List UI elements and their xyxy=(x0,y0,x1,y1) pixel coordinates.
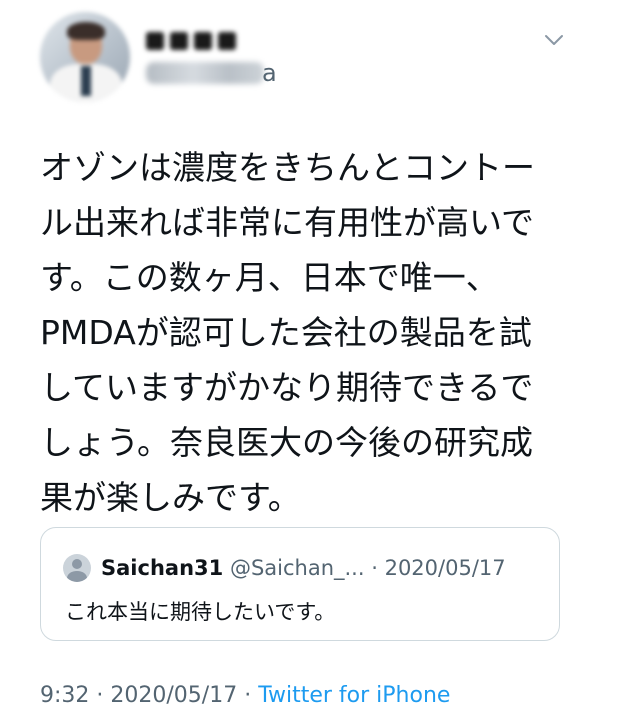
handle-suffix: a xyxy=(262,59,277,87)
blurred-glyph xyxy=(194,32,212,50)
blurred-glyph xyxy=(170,32,188,50)
blurred-glyph xyxy=(218,32,236,50)
chevron-down-icon[interactable] xyxy=(540,30,568,50)
blurred-glyph xyxy=(146,32,164,50)
tweet: a オゾンは濃度をきちんとコントー ル出来れば非常に有用性が高いで す。この数ヶ… xyxy=(0,0,622,724)
blurred-handle[interactable] xyxy=(146,62,264,84)
avatar-body xyxy=(67,571,87,582)
meta-separator: · xyxy=(89,683,111,708)
chevron-down-icon-svg xyxy=(545,35,563,45)
quoted-tweet-text: これ本当に期待したいです。 xyxy=(65,600,336,624)
meta-separator: · xyxy=(237,683,259,708)
quoted-tweet[interactable]: Saichan31 @Saichan_... · 2020/05/17 これ本当… xyxy=(40,527,560,641)
tweet-text: オゾンは濃度をきちんとコントー ル出来れば非常に有用性が高いで す。この数ヶ月、… xyxy=(40,148,535,517)
quoted-user-name: Saichan31 xyxy=(101,556,224,580)
quoted-user-avatar xyxy=(63,554,91,582)
avatar[interactable] xyxy=(40,12,130,102)
tweet-date[interactable]: 2020/05/17 xyxy=(110,683,237,708)
avatar-hair xyxy=(67,22,105,40)
quoted-tweet-date: 2020/05/17 xyxy=(384,556,506,580)
tweet-time[interactable]: 9:32 xyxy=(40,683,89,708)
quoted-date-separator: · xyxy=(371,556,385,580)
quoted-tweet-header: Saichan31 @Saichan_... · 2020/05/17 xyxy=(101,555,506,581)
blurred-display-name[interactable] xyxy=(146,30,242,52)
tweet-meta: 9:32 · 2020/05/17 · Twitter for iPhone xyxy=(40,681,450,711)
quoted-user-handle: @Saichan_... xyxy=(229,556,365,580)
tweet-source-link[interactable]: Twitter for iPhone xyxy=(258,683,450,708)
avatar-head xyxy=(72,559,82,569)
avatar-tie xyxy=(81,66,91,96)
